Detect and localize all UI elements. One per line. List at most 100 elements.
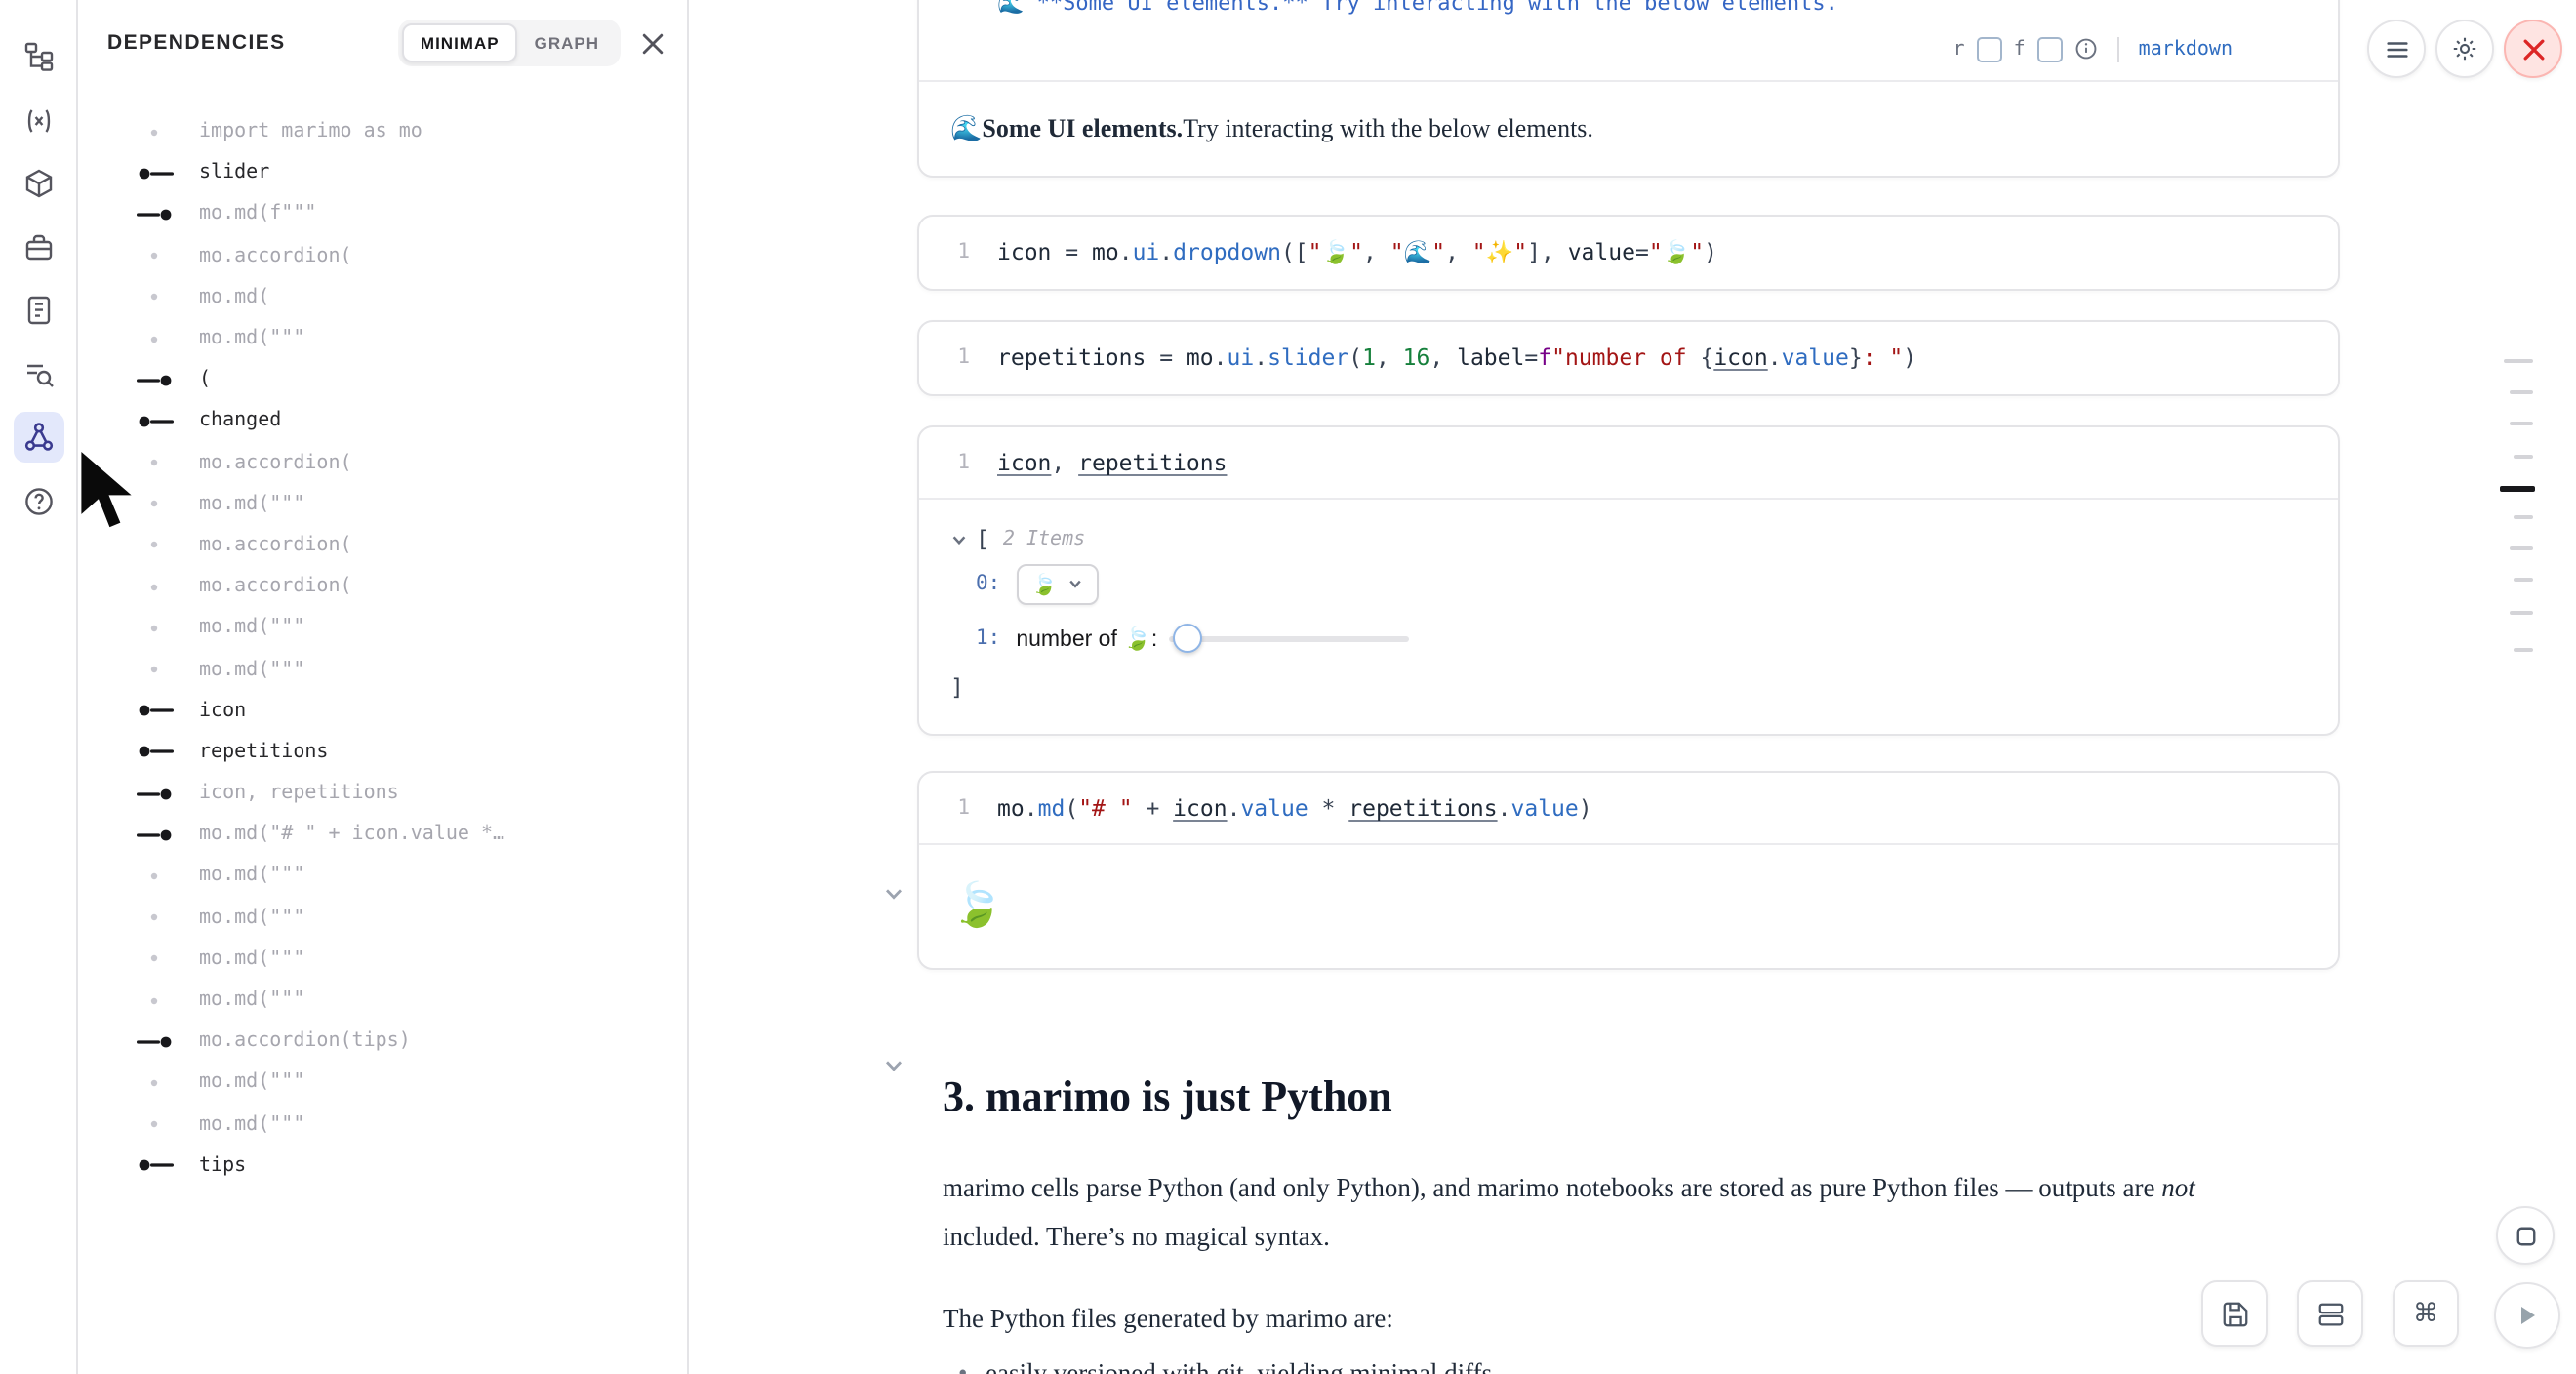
- leaf-emoji: 🍃: [950, 880, 1004, 931]
- minimap-item[interactable]: mo.md(""": [78, 939, 687, 980]
- toolbox-icon[interactable]: [13, 222, 63, 272]
- minimap-cell-marker[interactable]: [2514, 455, 2533, 459]
- minimap-cell-marker[interactable]: [2514, 648, 2533, 652]
- minimap-item[interactable]: mo.md(f""": [78, 194, 687, 235]
- node-dot-icon: [129, 455, 180, 470]
- code-line[interactable]: icon = mo.ui.dropdown(["🍃", "🌊", "✨"], v…: [997, 238, 1717, 265]
- shutdown-button[interactable]: [2504, 20, 2562, 78]
- notebook-menu-button[interactable]: [2367, 20, 2426, 78]
- minimap-item[interactable]: icon: [78, 690, 687, 731]
- node-dot-icon: [129, 290, 180, 305]
- tab-graph[interactable]: GRAPH: [517, 23, 617, 62]
- minimap-cell-marker[interactable]: [2510, 390, 2533, 394]
- marimo-app: DEPENDENCIES MINIMAP GRAPH import marimo…: [0, 0, 2576, 1374]
- minimap-item[interactable]: mo.md(: [78, 277, 687, 318]
- tab-minimap[interactable]: MINIMAP: [403, 23, 517, 62]
- line-number: 1: [919, 240, 970, 263]
- minimap-item[interactable]: import marimo as mo: [78, 111, 687, 152]
- format-checkbox[interactable]: [2037, 36, 2063, 61]
- minimap-item-label: mo.accordion(: [199, 576, 352, 597]
- minimap-item-label: mo.md(""": [199, 659, 304, 680]
- definition-node-icon: [129, 745, 180, 760]
- minimap-cell-marker[interactable]: [2510, 422, 2533, 425]
- package-icon[interactable]: [13, 158, 63, 209]
- minimap-item[interactable]: mo.md(""": [78, 1063, 687, 1104]
- minimap-item[interactable]: mo.md(""": [78, 980, 687, 1021]
- square-icon: [2515, 1225, 2536, 1246]
- definition-node-icon: [129, 166, 180, 182]
- keyboard-shortcuts-button[interactable]: ⌘: [2393, 1280, 2459, 1347]
- minimap-item[interactable]: (: [78, 359, 687, 400]
- collapse-output-icon[interactable]: [882, 882, 906, 906]
- reference-node-icon: [129, 1033, 180, 1049]
- help-icon[interactable]: [13, 475, 63, 526]
- collapse-section-icon[interactable]: [882, 1054, 906, 1077]
- minimap-item[interactable]: mo.md(""": [78, 608, 687, 649]
- code-cell-md[interactable]: 1 mo.md("# " + icon.value * repetitions.…: [917, 771, 2340, 970]
- minimap-item[interactable]: mo.md(""": [78, 897, 687, 938]
- close-panel-button[interactable]: [642, 32, 664, 54]
- slider-track[interactable]: [1169, 635, 1409, 641]
- minimap-item[interactable]: changed: [78, 401, 687, 442]
- settings-button[interactable]: [2435, 20, 2494, 78]
- code-cell-slider[interactable]: 1 repetitions = mo.ui.slider(1, 16, labe…: [917, 320, 2340, 396]
- minimap-item[interactable]: mo.md(""": [78, 483, 687, 524]
- minimap-cell-marker[interactable]: [2514, 578, 2533, 582]
- minimap-item[interactable]: repetitions: [78, 732, 687, 773]
- bullet-item: • easily versioned with git, yielding mi…: [943, 1349, 2277, 1374]
- code-line[interactable]: repetitions = mo.ui.slider(1, 16, label=…: [997, 344, 1916, 371]
- minimap-item[interactable]: mo.md(""": [78, 318, 687, 359]
- minimap-item[interactable]: mo.md(""": [78, 649, 687, 690]
- reference-node-icon: [129, 786, 180, 801]
- dependency-graph-icon[interactable]: [13, 412, 63, 463]
- reactive-checkbox[interactable]: [1977, 36, 2002, 61]
- tree-output: [ 2 Items 0: 🍃 1: number of 🍃:: [919, 500, 2338, 707]
- slider-thumb[interactable]: [1173, 624, 1202, 653]
- minimap-cell-marker[interactable]: [2510, 546, 2533, 550]
- paragraph: marimo cells parse Python (and only Pyth…: [943, 1162, 2277, 1260]
- minimap-item[interactable]: tips: [78, 1145, 687, 1186]
- minimap-item-label: icon, repetitions: [199, 783, 399, 804]
- code-line[interactable]: mo.md("# " + icon.value * repetitions.va…: [997, 794, 1592, 822]
- panel-toggle-button[interactable]: [2496, 1206, 2555, 1265]
- markdown-cell[interactable]: 🌊 **Some UI elements.** Try interacting …: [917, 0, 2340, 178]
- document-icon[interactable]: [13, 285, 63, 336]
- minimap-tree: import marimo as moslidermo.md(f"""mo.ac…: [78, 86, 687, 1187]
- minimap-item[interactable]: mo.md(""": [78, 856, 687, 897]
- minimap-cell-marker[interactable]: [2514, 515, 2533, 519]
- variables-icon[interactable]: [13, 95, 63, 145]
- minimap-item[interactable]: mo.accordion(: [78, 442, 687, 483]
- markdown-source-line[interactable]: 🌊 **Some UI elements.** Try interacting …: [997, 0, 1838, 18]
- layout-rows-button[interactable]: [2297, 1280, 2363, 1347]
- repetitions-slider[interactable]: [1169, 625, 1409, 652]
- code-cell-tuple[interactable]: 1 icon, repetitions [ 2 Items 0: 🍃 1:: [917, 425, 2340, 736]
- node-dot-icon: [129, 331, 180, 346]
- minimap-item-label: mo.md(""": [199, 907, 304, 928]
- minimap-item[interactable]: mo.accordion(: [78, 566, 687, 607]
- minimap-current-cell-marker[interactable]: [2500, 486, 2535, 491]
- minimap-item[interactable]: mo.md(""": [78, 1104, 687, 1145]
- save-button[interactable]: [2201, 1280, 2268, 1347]
- code-cell-dropdown[interactable]: 1 icon = mo.ui.dropdown(["🍃", "🌊", "✨"],…: [917, 215, 2340, 291]
- minimap-cell-marker[interactable]: [2504, 359, 2533, 363]
- minimap-item[interactable]: mo.accordion(: [78, 525, 687, 566]
- node-dot-icon: [129, 951, 180, 967]
- minimap-item[interactable]: mo.md("# " + icon.value *…: [78, 814, 687, 855]
- search-list-icon[interactable]: [13, 348, 63, 399]
- run-cell-button[interactable]: [2494, 1282, 2560, 1349]
- language-label[interactable]: markdown: [2139, 38, 2233, 60]
- code-line[interactable]: icon, repetitions: [997, 449, 1227, 476]
- minimap-item[interactable]: mo.accordion(: [78, 235, 687, 276]
- file-tree-icon[interactable]: [13, 31, 63, 82]
- dependencies-header: DEPENDENCIES MINIMAP GRAPH: [78, 0, 687, 86]
- dropdown-select[interactable]: 🍃: [1016, 563, 1098, 604]
- markdown-editor[interactable]: 🌊 **Some UI elements.** Try interacting …: [919, 0, 2338, 82]
- info-icon[interactable]: [2074, 37, 2098, 61]
- minimap-item[interactable]: mo.accordion(tips): [78, 1021, 687, 1062]
- minimap-item[interactable]: icon, repetitions: [78, 773, 687, 814]
- minimap-item[interactable]: slider: [78, 152, 687, 193]
- tree-collapse-icon[interactable]: [950, 530, 976, 547]
- play-icon: [2516, 1304, 2539, 1327]
- minimap-item-label: changed: [199, 411, 281, 432]
- minimap-cell-marker[interactable]: [2510, 611, 2533, 615]
